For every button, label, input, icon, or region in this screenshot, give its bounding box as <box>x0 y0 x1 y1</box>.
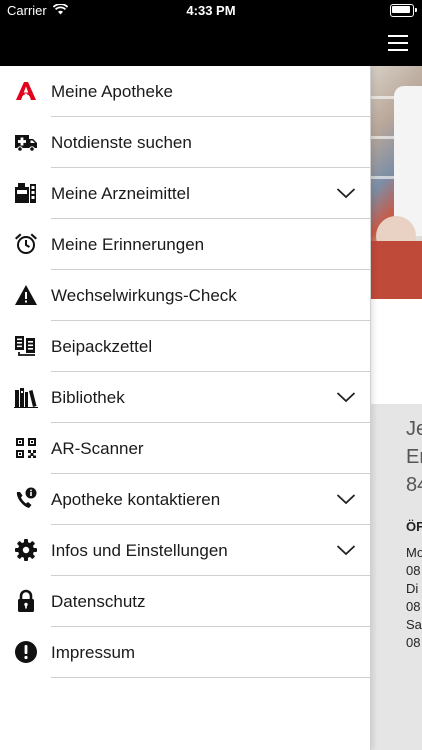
clock: 4:33 PM <box>186 3 236 18</box>
menu-item-label: Infos und Einstellungen <box>51 541 228 560</box>
menu-item-beipackzettel[interactable]: Beipackzettel <box>0 321 370 372</box>
menu-item-impressum[interactable]: Impressum <box>0 627 370 678</box>
info-line: Je <box>406 418 422 440</box>
menu-item-wechselwirkungs-check[interactable]: Wechselwirkungs-Check <box>0 270 370 321</box>
chevron-down-icon[interactable] <box>336 186 356 200</box>
background-content: Je Er 84 ÖF Mo 08 Di 08 Sa 08 <box>370 66 422 750</box>
hours-line: Sa <box>406 617 422 632</box>
ambulance-icon <box>14 130 38 154</box>
phone-info-icon <box>14 487 38 511</box>
menu-item-label: Notdienste suchen <box>51 133 192 152</box>
menu-item-label: Meine Erinnerungen <box>51 235 205 254</box>
menu-item-label: Impressum <box>51 643 136 662</box>
exclamation-icon <box>14 640 38 664</box>
medicine-box-icon <box>14 181 38 205</box>
menu-item-label: Meine Arzneimittel <box>51 184 190 203</box>
menu-item-infos-und-einstellungen[interactable]: Infos und Einstellungen <box>0 525 370 576</box>
menu-item-meine-erinnerungen[interactable]: Meine Erinnerungen <box>0 219 370 270</box>
pharmacy-photo <box>370 66 422 299</box>
menu-item-datenschutz[interactable]: Datenschutz <box>0 576 370 627</box>
chevron-down-icon[interactable] <box>336 492 356 506</box>
hours-line: 08 <box>406 635 421 650</box>
nav-bar <box>0 22 422 66</box>
pharmacy-info-panel: Je Er 84 ÖF Mo 08 Di 08 Sa 08 <box>370 404 422 750</box>
divider <box>51 677 370 678</box>
hours-line: Di <box>406 581 419 596</box>
hours-line: Mo <box>406 545 422 560</box>
menu-item-ar-scanner[interactable]: AR-Scanner <box>0 423 370 474</box>
status-bar: Carrier 4:33 PM <box>0 0 422 22</box>
hamburger-menu-icon[interactable] <box>388 33 410 53</box>
qr-code-icon <box>14 436 38 460</box>
battery-tip <box>415 8 417 12</box>
menu-item-label: AR-Scanner <box>51 439 144 458</box>
opening-hours-heading: ÖF <box>406 519 422 534</box>
info-line: 84 <box>406 474 422 496</box>
lock-icon <box>14 589 38 613</box>
hours-line: 08 <box>406 563 421 578</box>
info-line: Er <box>406 446 422 468</box>
alarm-clock-icon <box>14 232 38 256</box>
menu-item-bibliothek[interactable]: Bibliothek <box>0 372 370 423</box>
menu-item-label: Datenschutz <box>51 592 146 611</box>
menu-item-meine-apotheke[interactable]: Meine Apotheke <box>0 66 370 117</box>
menu-item-label: Bibliothek <box>51 388 125 407</box>
menu-item-meine-arzneimittel[interactable]: Meine Arzneimittel <box>0 168 370 219</box>
menu-item-label: Wechselwirkungs-Check <box>51 286 237 305</box>
pharmacy-a-icon <box>14 79 38 103</box>
leaflet-icon <box>14 334 38 358</box>
menu-item-label: Apotheke kontaktieren <box>51 490 221 509</box>
side-menu: Meine Apotheke Notdienste suchen Meine A… <box>0 66 370 750</box>
chevron-down-icon[interactable] <box>336 543 356 557</box>
books-icon <box>14 385 38 409</box>
menu-item-apotheke-kontaktieren[interactable]: Apotheke kontaktieren <box>0 474 370 525</box>
battery-icon <box>390 4 414 17</box>
menu-item-label: Beipackzettel <box>51 337 153 356</box>
chevron-down-icon[interactable] <box>336 390 356 404</box>
menu-item-label: Meine Apotheke <box>51 82 173 101</box>
menu-item-notdienste-suchen[interactable]: Notdienste suchen <box>0 117 370 168</box>
hours-line: 08 <box>406 599 421 614</box>
warning-icon <box>14 283 38 307</box>
gear-icon <box>14 538 38 562</box>
